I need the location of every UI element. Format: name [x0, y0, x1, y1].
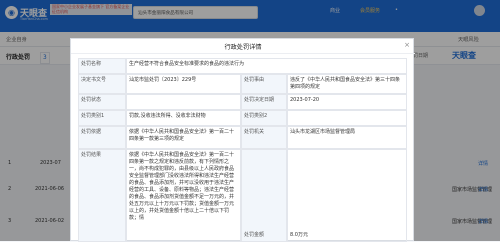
decision-date: 2023-07-20 [287, 94, 407, 110]
status-label: 处罚状态 [78, 94, 126, 110]
basis-value: 依据《中华人民共和国食品安全法》第一百二十四条第一款第三项的规定 [126, 126, 241, 149]
table-row: 处罚结果 依据《中华人民共和国食品安全法》第一百二十四条第一款之规定和违反前款，… [78, 149, 407, 242]
reason-label: 处罚事由 [241, 74, 287, 94]
doc-number-label: 决定书文号 [78, 74, 126, 94]
result-label: 处罚结果 [78, 149, 126, 242]
doc-number: 汕龙市监处罚〔2023〕229号 [126, 74, 241, 94]
reason: 违反了《中华人民共和国食品安全法》第三十四条第四项的规定 [287, 74, 407, 94]
amount-value: 8.0万元 [287, 149, 407, 242]
dialog-header: 行政处罚详情 × [71, 39, 415, 54]
close-icon[interactable]: × [404, 41, 410, 49]
case-name: 生产经营不符合食品安全标准要求的食品的违法行为 [126, 58, 407, 74]
type2-label: 处罚类别2 [241, 110, 287, 126]
result-content: 依据《中华人民共和国食品安全法》第一百二十四条第一款之规定和违反前款，有下列情形… [126, 149, 241, 242]
type1-label: 处罚类别1 [78, 110, 126, 126]
table-row: 处罚类别1 罚款,没收违法所得、没收非法财物 处罚类别2 [78, 110, 407, 126]
basis-label: 处罚依据 [78, 126, 126, 149]
table-row: 处罚依据 依据《中华人民共和国食品安全法》第一百二十四条第一款第三项的规定 处罚… [78, 126, 407, 149]
status-value [126, 94, 241, 110]
table-row: 处罚名称 生产经营不符合食品安全标准要求的食品的违法行为 [78, 58, 407, 74]
decision-date-label: 处罚决定日期 [241, 94, 287, 110]
case-name-label: 处罚名称 [78, 58, 126, 74]
authority-label: 处罚机关 [241, 126, 287, 149]
dialog-title: 行政处罚详情 [224, 44, 262, 51]
penalty-detail-dialog: 行政处罚详情 × 处罚名称 生产经营不符合食品安全标准要求的食品的违法行为 决定… [70, 38, 415, 242]
type2-value [287, 110, 407, 126]
table-row: 决定书文号 汕龙市监处罚〔2023〕229号 处罚事由 违反了《中华人民共和国食… [78, 74, 407, 94]
amount-label: 处罚金额 [241, 149, 287, 242]
type1-value: 罚款,没收违法所得、没收非法财物 [126, 110, 241, 126]
table-row: 处罚状态 处罚决定日期 2023-07-20 [78, 94, 407, 110]
authority-value: 汕头市龙湖区市场监督管理局 [287, 126, 407, 149]
